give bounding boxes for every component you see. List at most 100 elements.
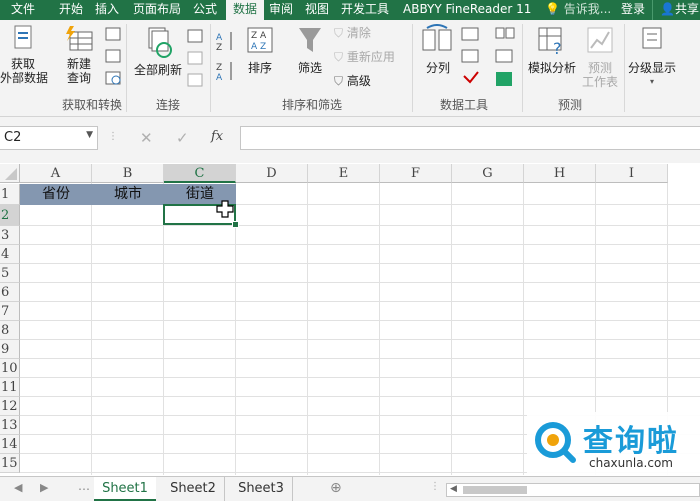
tab-developer[interactable]: 开发工具 — [334, 0, 396, 20]
sort-button[interactable]: Z AA Z 排序 — [242, 24, 278, 75]
grid-row-line — [20, 301, 700, 302]
show-queries-icon[interactable] — [104, 26, 122, 88]
grid-row-line — [20, 282, 700, 283]
forecast-sheet-button[interactable]: 预测 工作表 — [580, 24, 620, 89]
row-header-10[interactable]: 10 — [0, 359, 20, 378]
clear-button[interactable]: ⛉ 清除 — [334, 26, 371, 40]
column-header-a[interactable]: A — [20, 164, 92, 183]
tab-formulas[interactable]: 公式 — [186, 0, 224, 20]
column-header-g[interactable]: G — [452, 164, 524, 183]
formula-bar: C2 ▼ ⋮ ✕ ✓ fx — [0, 117, 700, 163]
column-header-e[interactable]: E — [308, 164, 380, 183]
forecast-chart-icon — [587, 27, 613, 53]
sheet-tab-sheet3[interactable]: Sheet3 — [230, 477, 293, 501]
cell-a1[interactable]: 省份 — [20, 184, 92, 205]
check-icon[interactable]: ✓ — [176, 129, 189, 147]
row-header-8[interactable]: 8 — [0, 321, 20, 340]
group-divider — [126, 24, 127, 112]
flash-fill-icon[interactable] — [460, 26, 482, 92]
row-header-5[interactable]: 5 — [0, 264, 20, 283]
outline-button[interactable]: 分级显示 ▾ — [626, 24, 678, 89]
scroll-right-icon[interactable]: ▶ — [40, 481, 48, 494]
row-header-9[interactable]: 9 — [0, 340, 20, 359]
row-header-1[interactable]: 1 — [0, 184, 20, 205]
sort-dialog-icon: Z AA Z — [247, 27, 273, 53]
tab-home[interactable]: 开始 — [52, 0, 90, 20]
reapply-button[interactable]: ⛉ 重新应用 — [334, 50, 395, 64]
tab-view[interactable]: 视图 — [298, 0, 336, 20]
row-header-3[interactable]: 3 — [0, 226, 20, 245]
sort-ascending-icon[interactable]: AZ — [216, 30, 236, 52]
chevron-down-icon: ▾ — [649, 77, 654, 86]
row-header-4[interactable]: 4 — [0, 245, 20, 264]
more-sheets-icon[interactable]: … — [78, 479, 90, 493]
split-handle-icon[interactable]: ⋮ — [430, 481, 440, 492]
new-query-button[interactable]: 新建 查询 — [58, 24, 100, 85]
sheet-tab-sheet2[interactable]: Sheet2 — [162, 477, 225, 501]
share-button[interactable]: 👤共享 — [652, 0, 700, 20]
row-header-2[interactable]: 2 — [0, 205, 20, 226]
ribbon-tab-bar: 文件 开始 插入 页面布局 公式 数据 审阅 视图 开发工具 ABBYY Fin… — [0, 0, 700, 20]
filter-button[interactable]: 筛选 — [290, 24, 330, 75]
relationships-icon[interactable] — [494, 26, 516, 92]
formula-input[interactable] — [240, 126, 700, 150]
text-to-columns-button[interactable]: 分列 — [418, 24, 458, 75]
insert-function-icon[interactable]: fx — [211, 129, 223, 144]
scrollbar-thumb[interactable] — [463, 486, 527, 494]
what-if-icon: ? — [538, 27, 562, 58]
cancel-icon[interactable]: ✕ — [140, 129, 153, 147]
grid-column-line — [163, 183, 164, 475]
column-header-h[interactable]: H — [524, 164, 596, 183]
grid-row-line — [20, 244, 700, 245]
tab-file[interactable]: 文件 — [4, 0, 42, 20]
row-header-12[interactable]: 12 — [0, 397, 20, 416]
refresh-icon — [148, 27, 172, 58]
row-header-6[interactable]: 6 — [0, 283, 20, 302]
row-header-14[interactable]: 14 — [0, 435, 20, 454]
scroll-left-icon[interactable]: ◀ — [14, 481, 22, 494]
tab-insert[interactable]: 插入 — [88, 0, 126, 20]
row-header-11[interactable]: 11 — [0, 378, 20, 397]
column-header-i[interactable]: I — [596, 164, 668, 183]
sort-descending-icon[interactable]: ZA — [216, 60, 236, 82]
fill-handle[interactable] — [232, 221, 239, 228]
person-icon: 👤 — [660, 2, 675, 16]
row-header-15[interactable]: 15 — [0, 454, 20, 473]
table-lightning-icon — [66, 26, 93, 51]
advanced-button[interactable]: ⛉ 高级 — [334, 74, 371, 88]
document-icon — [14, 25, 32, 49]
grid-row-line — [20, 396, 700, 397]
what-if-analysis-button[interactable]: ? 模拟分析 — [526, 24, 578, 75]
drag-handle-icon[interactable]: ⋮ — [108, 131, 118, 142]
get-external-data-button[interactable]: 获取 外部数据 — [0, 24, 48, 85]
tab-review[interactable]: 审阅 — [262, 0, 300, 20]
scroll-left-arrow-icon[interactable]: ◀ — [450, 484, 457, 494]
login-button[interactable]: 登录 — [614, 0, 652, 20]
column-header-d[interactable]: D — [236, 164, 308, 183]
row-header-13[interactable]: 13 — [0, 416, 20, 435]
column-header-c[interactable]: C — [164, 164, 236, 183]
clear-filter-icon: ⛉ — [334, 26, 344, 40]
magnifier-logo-icon — [535, 422, 576, 463]
tab-abbyy[interactable]: ABBYY FineReader 11 — [396, 0, 538, 20]
split-columns-icon — [422, 24, 452, 51]
grid-row-line — [20, 263, 700, 264]
tab-page-layout[interactable]: 页面布局 — [126, 0, 188, 20]
cell-b1[interactable]: 城市 — [92, 184, 164, 205]
tell-me-search[interactable]: 💡 告诉我... — [538, 0, 618, 20]
chevron-down-icon: ▼ — [86, 130, 93, 140]
tab-data[interactable]: 数据 — [226, 0, 265, 20]
row-header-7[interactable]: 7 — [0, 302, 20, 321]
connections-icon[interactable] — [186, 28, 204, 90]
column-header-b[interactable]: B — [92, 164, 164, 183]
group-divider — [412, 24, 413, 112]
name-box[interactable]: C2 ▼ — [0, 126, 98, 150]
add-sheet-icon[interactable]: ⊕ — [330, 480, 342, 496]
sheet-tab-sheet1[interactable]: Sheet1 — [94, 477, 156, 501]
horizontal-scrollbar[interactable]: ◀ — [446, 483, 700, 497]
select-all-corner[interactable] — [0, 164, 20, 183]
column-header-f[interactable]: F — [380, 164, 452, 183]
group-get-transform-label: 获取和转换 — [62, 98, 123, 112]
reapply-icon: ⛉ — [334, 50, 344, 64]
refresh-all-button[interactable]: 全部刷新 — [132, 24, 184, 77]
